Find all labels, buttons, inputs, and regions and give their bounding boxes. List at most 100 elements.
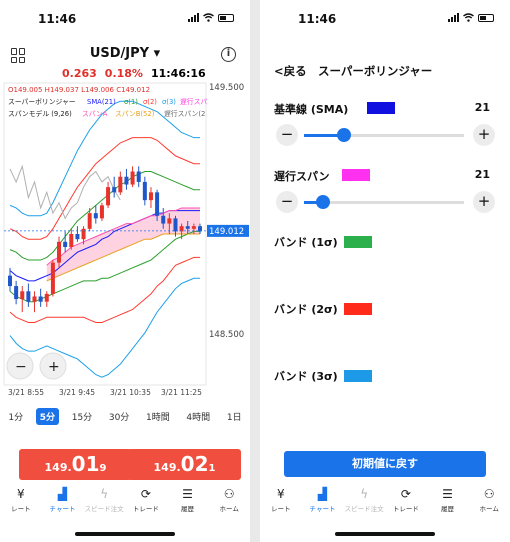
- timeframe-3[interactable]: 30分: [105, 408, 133, 425]
- zoom-in-button[interactable]: +: [39, 352, 67, 380]
- candle-body-13: [87, 213, 92, 229]
- battery-icon: [218, 13, 234, 22]
- time-label-1: 3/21 9:45: [59, 388, 95, 397]
- currency-pair-selector[interactable]: USD/JPY ▾: [0, 46, 250, 61]
- buy-price-big: 02: [180, 452, 209, 476]
- price-label-bottom: 148.500: [209, 330, 244, 340]
- candle-body-25: [161, 215, 166, 224]
- sma-slider-knob[interactable]: [337, 128, 351, 142]
- candle-body-22: [142, 181, 147, 201]
- tab-label: レート: [271, 505, 291, 513]
- chart-icon: ▟: [57, 487, 68, 501]
- tab-0[interactable]: ¥ レート: [260, 484, 302, 518]
- trade-cycle-icon: ⟳: [140, 487, 151, 501]
- sma-slider[interactable]: [304, 134, 464, 137]
- band-1sigma-color-swatch[interactable]: [344, 236, 372, 248]
- chart-header: USD/JPY ▾ i: [0, 44, 250, 68]
- home-indicator: [335, 532, 435, 536]
- sma-color-swatch[interactable]: [367, 102, 395, 114]
- candle-body-29: [185, 226, 190, 229]
- chart-canvas[interactable]: 149.500 148.500 149.012 3/21 8:55 3/21 9:45 3…: [0, 79, 250, 401]
- timeframe-6[interactable]: 1日: [223, 408, 246, 425]
- timeframe-0[interactable]: 1分: [4, 408, 27, 425]
- lagging-span-color-swatch[interactable]: [342, 169, 370, 181]
- sma-decrement-button[interactable]: −: [276, 124, 298, 146]
- tab-3[interactable]: ⟳ トレード: [385, 484, 427, 518]
- wifi-icon: [203, 13, 214, 22]
- candle-body-8: [57, 241, 62, 263]
- band-1sigma-label: バンド (1σ): [274, 236, 338, 249]
- legend-span-a: スパンA: [82, 110, 108, 118]
- tab-5[interactable]: ⚇ ホーム: [208, 484, 250, 518]
- candle-body-18: [118, 176, 123, 193]
- tab-2[interactable]: ϟ スピード注文: [343, 484, 385, 518]
- tab-3[interactable]: ⟳ トレード: [125, 484, 167, 518]
- candle-body-12: [81, 228, 86, 240]
- lightning-icon: ϟ: [100, 487, 109, 501]
- home-indicator: [75, 532, 175, 536]
- tab-1[interactable]: ▟ チャート: [302, 484, 344, 518]
- status-time: 11:46: [298, 12, 337, 26]
- page-title: スーパーボリンジャー: [318, 64, 433, 78]
- legend-sigma3: σ(3): [162, 98, 176, 106]
- band-2sigma-color-swatch[interactable]: [344, 303, 372, 315]
- dropdown-icon: ▾: [153, 46, 161, 61]
- battery-icon: [478, 13, 494, 22]
- signal-icon: [448, 13, 459, 22]
- sma-period-value: 21: [474, 101, 490, 114]
- legend-sigma1: σ(1): [124, 98, 138, 106]
- ohlc-readout: O149.005 H149.037 L149.006 C149.012: [8, 86, 150, 94]
- lagging-span-decrement-button[interactable]: −: [276, 191, 298, 213]
- time-label-2: 3/21 10:35: [110, 388, 151, 397]
- candle-body-5: [38, 296, 43, 302]
- sma-increment-button[interactable]: +: [473, 124, 495, 146]
- tab-4[interactable]: ☰ 履歴: [427, 484, 469, 518]
- sell-price-tail: 9: [99, 463, 107, 474]
- zoom-out-button[interactable]: −: [6, 352, 34, 380]
- buy-price-button[interactable]: 149.021: [128, 449, 241, 480]
- people-icon: ⚇: [223, 487, 235, 501]
- price-chart[interactable]: 149.500 148.500 149.012 3/21 8:55 3/21 9:45 3…: [0, 79, 250, 401]
- buy-price-tail: 1: [208, 463, 216, 474]
- zoom-out-icon: −: [15, 359, 27, 375]
- currency-pair: USD/JPY: [89, 46, 150, 61]
- timeframe-2[interactable]: 15分: [68, 408, 96, 425]
- tab-bar: ¥ レート ▟ チャート ϟ スピード注文 ⟳ トレード ☰ 履歴 ⚇ ホーム: [260, 484, 510, 518]
- candle-body-7: [50, 262, 55, 294]
- candle-body-30: [191, 226, 196, 229]
- candle-body-27: [173, 218, 178, 232]
- lightning-icon: ϟ: [360, 487, 369, 501]
- tab-1[interactable]: ▟ チャート: [42, 484, 84, 518]
- history-list-icon: ☰: [442, 487, 453, 501]
- candle-body-17: [112, 187, 117, 193]
- timeframe-1[interactable]: 5分: [35, 408, 60, 425]
- candle-body-21: [136, 171, 141, 182]
- candle-body-19: [124, 176, 129, 185]
- candle-body-6: [44, 293, 49, 302]
- reset-defaults-button[interactable]: 初期値に戻す: [284, 451, 486, 477]
- tab-2[interactable]: ϟ スピード注文: [83, 484, 125, 518]
- tab-label: チャート: [49, 505, 76, 513]
- candle-body-11: [75, 234, 80, 240]
- zoom-in-icon: +: [48, 359, 60, 375]
- lagging-span-slider-knob[interactable]: [316, 195, 331, 209]
- time-label-3: 3/21 11:25: [161, 388, 202, 397]
- tab-4[interactable]: ☰ 履歴: [167, 484, 209, 518]
- timeframe-4[interactable]: 1時間: [142, 408, 174, 425]
- sell-price-button[interactable]: 149.019: [19, 449, 132, 480]
- candle-body-9: [63, 241, 68, 248]
- timeframe-5[interactable]: 4時間: [182, 408, 214, 425]
- lagging-span-increment-button[interactable]: +: [473, 191, 495, 213]
- tab-label: スピード注文: [84, 505, 124, 513]
- info-icon[interactable]: i: [221, 47, 236, 62]
- tab-5[interactable]: ⚇ ホーム: [468, 484, 510, 518]
- currency-yen-icon: ¥: [277, 487, 285, 501]
- band-3sigma-color-swatch[interactable]: [344, 370, 372, 382]
- legend-span-lag: 遅行スパン(2: [164, 109, 205, 118]
- tab-0[interactable]: ¥ レート: [0, 484, 42, 518]
- legend-span-b: スパンB(52): [115, 110, 155, 118]
- tab-label: レート: [11, 505, 31, 513]
- back-button[interactable]: <戻る: [274, 63, 307, 79]
- legend-bb-prefix: スーパーボリンジャー: [8, 98, 76, 106]
- price-label-top: 149.500: [209, 83, 244, 93]
